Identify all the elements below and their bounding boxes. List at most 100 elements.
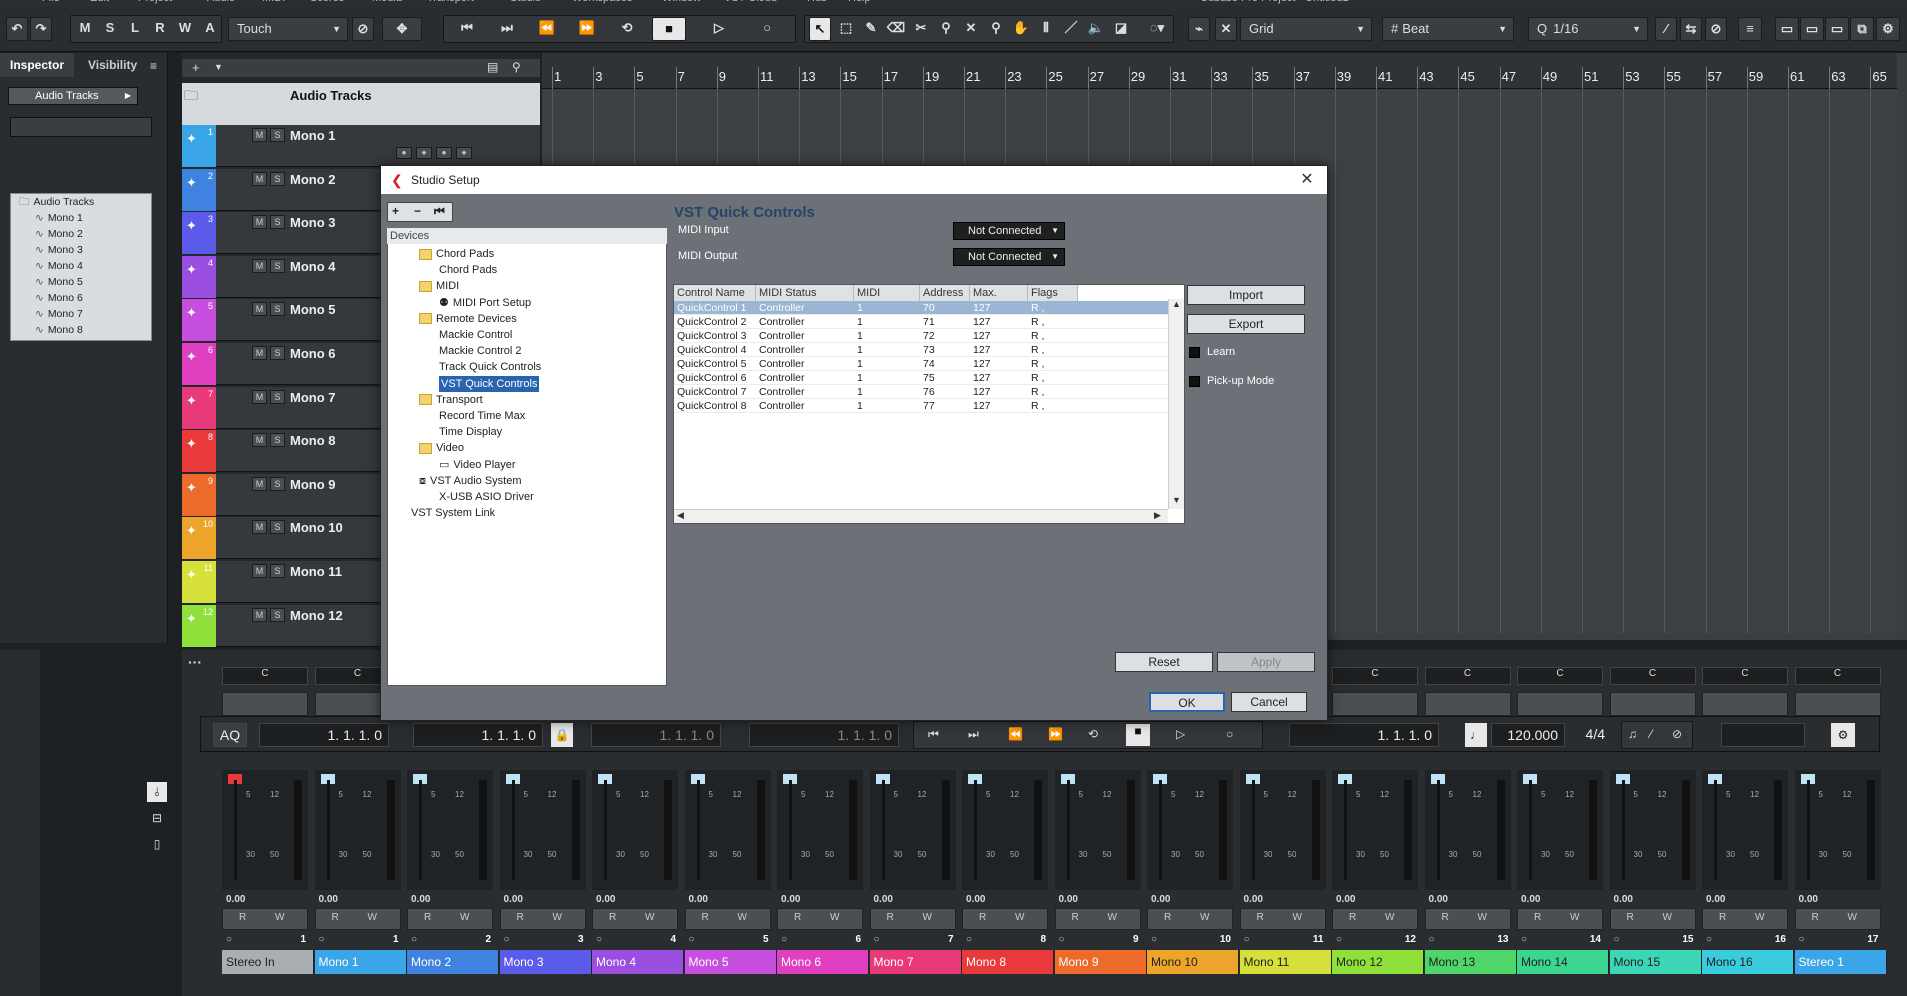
menu-file[interactable]: File — [42, 0, 60, 4]
cycle-icon[interactable]: ⟲ — [610, 17, 644, 41]
state-button-l[interactable]: L — [124, 17, 146, 41]
channel-link-icon[interactable]: ○ — [504, 934, 510, 945]
menu-hub[interactable]: Hub — [807, 0, 827, 4]
transport-marker-field[interactable] — [1721, 723, 1805, 747]
transport-record-icon[interactable]: ○ — [1226, 727, 1233, 741]
tab-visibility[interactable]: Visibility — [78, 53, 147, 77]
glue-icon[interactable]: ⚲ — [935, 17, 957, 41]
transport-forward-icon[interactable]: ⏩ — [1048, 727, 1063, 741]
solo-button[interactable]: S — [270, 171, 285, 186]
tree-item[interactable]: MIDI — [419, 278, 459, 294]
solo-button[interactable]: S — [270, 520, 285, 535]
read-button[interactable]: R — [517, 912, 524, 923]
visibility-track[interactable]: ∿ Mono 6 — [11, 290, 151, 306]
pickup-mode-checkbox[interactable] — [1189, 376, 1200, 387]
channel-link-icon[interactable]: ○ — [411, 934, 417, 945]
tree-item[interactable]: VST System Link — [411, 505, 495, 521]
tree-item[interactable]: Mackie Control 2 — [439, 343, 522, 359]
read-button[interactable]: R — [1442, 912, 1449, 923]
state-button-w[interactable]: W — [174, 17, 196, 41]
menu-midi[interactable]: MIDI — [262, 0, 285, 4]
mixer-menu-icon[interactable]: ··· — [188, 654, 202, 670]
state-button-r[interactable]: R — [149, 17, 171, 41]
visibility-track[interactable]: ∿ Mono 4 — [11, 258, 151, 274]
fader-value[interactable]: 0.00 — [874, 894, 893, 905]
write-button[interactable]: W — [553, 912, 562, 923]
fader-value[interactable]: 0.00 — [781, 894, 800, 905]
go-to-end-icon[interactable]: ⏭ — [490, 17, 524, 41]
tree-item[interactable]: ⚉ MIDI Port Setup — [439, 295, 531, 311]
mixer-channel-name[interactable]: Mono 14 — [1517, 950, 1609, 974]
mute-button[interactable]: M — [252, 433, 267, 448]
visibility-track[interactable]: ∿ Mono 5 — [11, 274, 151, 290]
transport-stop-icon[interactable]: ■ — [1126, 724, 1150, 746]
channel-link-icon[interactable]: ○ — [1799, 934, 1805, 945]
folder-track[interactable]: 🗀 Audio Tracks — [182, 83, 540, 125]
tree-item[interactable]: Time Display — [439, 424, 502, 440]
fader-value[interactable]: 0.00 — [1429, 894, 1448, 905]
snap-icon[interactable]: ⌁ — [1188, 17, 1210, 41]
close-icon[interactable]: ✕ — [1297, 170, 1317, 190]
tree-item[interactable]: Track Quick Controls — [439, 359, 541, 375]
mute-button[interactable]: M — [252, 476, 267, 491]
mixer-inserts-icon[interactable]: ⊟ — [147, 808, 167, 828]
read-button[interactable]: R — [1719, 912, 1726, 923]
add-track-dropdown-icon[interactable]: ▼ — [214, 62, 223, 72]
read-button[interactable]: R — [1534, 912, 1541, 923]
channel-link-icon[interactable]: ○ — [689, 934, 695, 945]
punch-out-position[interactable]: 1. 1. 1. 0 — [749, 723, 899, 747]
table-row[interactable]: QuickControl 1 Controller 1 70 127 R , — [674, 301, 1168, 315]
solo-button[interactable]: S — [270, 258, 285, 273]
import-button[interactable]: Import — [1187, 285, 1305, 305]
write-button[interactable]: W — [1200, 912, 1209, 923]
transport-play-icon[interactable]: ▷ — [1176, 727, 1185, 741]
fader-value[interactable]: 0.00 — [1521, 894, 1540, 905]
fader-value[interactable]: 0.00 — [1336, 894, 1355, 905]
fader-value[interactable]: 0.00 — [504, 894, 523, 905]
record-enable-icon[interactable]: ● — [416, 147, 432, 159]
write-button[interactable]: W — [368, 912, 377, 923]
mixer-channel-name[interactable]: Mono 11 — [1239, 950, 1332, 974]
reset-device-icon[interactable]: ⏮ — [434, 204, 445, 219]
aq-button[interactable]: AQ — [213, 723, 247, 747]
read-button[interactable]: R — [239, 912, 246, 923]
object-selection-icon[interactable]: ↖ — [809, 17, 831, 41]
read-button[interactable]: R — [1812, 912, 1819, 923]
mute-button[interactable]: M — [252, 564, 267, 578]
color-tool-icon[interactable]: ◪ — [1110, 17, 1132, 41]
menu-project[interactable]: Project — [138, 0, 172, 4]
visibility-tree[interactable]: 🗀 Audio Tracks ∿ Mono 1 ∿ Mono 2 ∿ Mono 3 ∿ Mono … — [10, 193, 152, 341]
mute-button[interactable]: M — [252, 520, 267, 535]
mute-button[interactable]: M — [252, 171, 267, 186]
write-button[interactable]: W — [1663, 912, 1672, 923]
solo-button[interactable]: S — [270, 215, 285, 230]
transport-cycle-icon[interactable]: ⟲ — [1088, 727, 1098, 741]
line-icon[interactable]: ／ — [1060, 17, 1082, 41]
read-button[interactable]: R — [332, 912, 339, 923]
mixer-channel-name[interactable]: Mono 12 — [1332, 950, 1424, 974]
play-icon[interactable]: ▷ — [702, 17, 736, 41]
solo-button[interactable]: S — [270, 476, 285, 491]
read-button[interactable]: R — [424, 912, 431, 923]
inspector-menu-icon[interactable]: ≡ — [150, 59, 157, 73]
tree-item[interactable]: ▭ Video Player — [439, 457, 516, 473]
visibility-track[interactable]: ∿ Mono 7 — [11, 306, 151, 322]
export-button[interactable]: Export — [1187, 314, 1305, 334]
read-button[interactable]: R — [1257, 912, 1264, 923]
write-button[interactable]: W — [275, 912, 284, 923]
show-right-zone-icon[interactable]: ▭ — [1825, 17, 1849, 41]
tempo-track-icon[interactable]: ♩ — [1465, 723, 1487, 747]
channel-link-icon[interactable]: ○ — [319, 934, 325, 945]
mixer-channel-name[interactable]: Mono 4 — [592, 950, 684, 974]
rewind-icon[interactable]: ⏪ — [530, 17, 564, 41]
settings-icon[interactable]: ⚙ — [1876, 17, 1900, 41]
tree-item[interactable]: ⧇ VST Audio System — [419, 473, 522, 489]
record-icon[interactable]: ○ — [750, 17, 784, 41]
mixer-meter-icon[interactable]: ▯ — [147, 834, 167, 854]
autoscroll-icon[interactable]: ✥ — [382, 17, 422, 41]
timeline-ruler[interactable]: 1 3 5 7 9 11 13 15 17 19 21 23 25 27 29 31 33 35 37 39 41 43 4… — [542, 53, 1897, 89]
channel-link-icon[interactable]: ○ — [1336, 934, 1342, 945]
menu-help[interactable]: Help — [848, 0, 871, 4]
primary-time-display[interactable]: 1. 1. 1. 0 — [1289, 723, 1439, 747]
read-automation-icon[interactable]: ● — [456, 147, 472, 159]
